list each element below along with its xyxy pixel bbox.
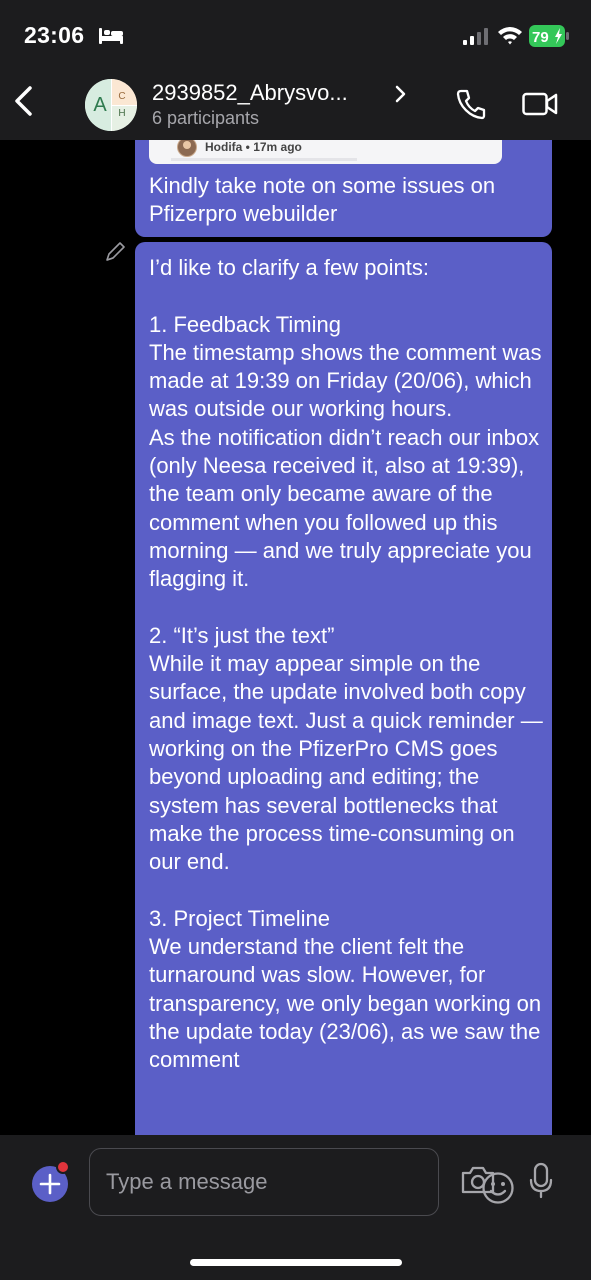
chat-header: A C H 2939852_Abrysvo... 6 participants: [0, 66, 591, 140]
participant-count: 6 participants: [152, 108, 260, 128]
message-bubble[interactable]: Hodifa • 17m ago Kindly take note on som…: [135, 140, 552, 237]
notification-badge: [56, 1160, 70, 1174]
message-text: Kindly take note on some issues on Pfize…: [149, 173, 496, 226]
bed-icon: [99, 28, 123, 44]
battery-icon: 79: [529, 25, 569, 47]
message-text: I’d like to clarify a few points: 1. Fee…: [149, 255, 543, 1073]
status-bar: 23:06 79: [0, 0, 591, 66]
compose-bar: Type a message: [0, 1135, 591, 1280]
video-icon[interactable]: [522, 92, 558, 116]
avatar-letter: C: [111, 79, 137, 105]
avatar-letter: A: [85, 79, 111, 131]
group-avatar[interactable]: A C H: [85, 79, 137, 131]
back-icon[interactable]: [10, 80, 38, 122]
home-indicator[interactable]: [190, 1259, 402, 1266]
message-placeholder: Type a message: [106, 1169, 268, 1194]
avatar-divider: [111, 105, 137, 106]
message-bubble[interactable]: I’d like to clarify a few points: 1. Fee…: [135, 242, 552, 1135]
quote-author: Hodifa • 17m ago: [205, 140, 302, 154]
chat-title[interactable]: 2939852_Abrysvo...: [152, 80, 348, 106]
phone-icon[interactable]: [456, 88, 486, 120]
status-time: 23:06: [24, 22, 85, 48]
microphone-icon[interactable]: [528, 1162, 554, 1200]
quote-divider: [171, 158, 357, 161]
chevron-right-icon[interactable]: [394, 84, 408, 104]
signal-icon: [463, 28, 488, 45]
camera-icon[interactable]: [460, 1164, 496, 1196]
plus-icon: [39, 1173, 61, 1195]
battery-level: 79: [532, 29, 549, 46]
edit-icon: [106, 242, 125, 261]
avatar-letter: H: [111, 105, 137, 131]
wifi-icon: [498, 27, 522, 45]
message-list[interactable]: Hodifa • 17m ago Kindly take note on som…: [0, 140, 591, 1135]
message-input[interactable]: Type a message: [89, 1148, 514, 1216]
avatar: [177, 140, 197, 157]
quoted-message[interactable]: Hodifa • 17m ago: [149, 140, 502, 164]
